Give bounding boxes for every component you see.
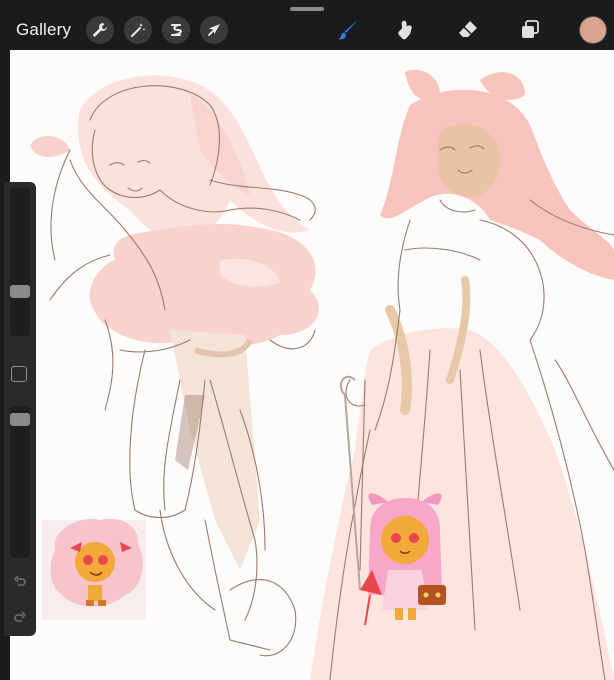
undo-button[interactable] xyxy=(12,574,28,590)
transform-button[interactable] xyxy=(200,16,228,44)
layers-button[interactable] xyxy=(514,14,546,46)
left-figure-skirt xyxy=(89,224,319,347)
adjustments-button[interactable] xyxy=(124,16,152,44)
smudge-icon xyxy=(398,20,412,40)
actions-wrench-button[interactable] xyxy=(86,16,114,44)
selection-button[interactable] xyxy=(162,16,190,44)
modifier-button[interactable] xyxy=(11,366,27,382)
artwork-sketch xyxy=(30,69,614,680)
brush-size-thumb[interactable] xyxy=(10,285,30,298)
brush-tool-button[interactable] xyxy=(332,14,364,46)
wrench-icon xyxy=(93,23,107,37)
opacity-thumb[interactable] xyxy=(10,413,30,426)
drawing-canvas[interactable] xyxy=(10,50,614,680)
magic-wand-icon xyxy=(131,23,146,37)
eraser-tool-button[interactable] xyxy=(452,14,484,46)
undo-icon xyxy=(13,575,26,586)
selection-icon xyxy=(171,24,182,36)
redo-icon xyxy=(14,611,27,622)
transform-arrow-icon xyxy=(208,24,220,36)
brush-icon xyxy=(338,20,358,40)
brush-size-slider[interactable] xyxy=(10,188,30,336)
smudge-tool-button[interactable] xyxy=(390,14,422,46)
cookie-sticker-left xyxy=(42,518,146,620)
top-toolbar: Gallery xyxy=(0,0,614,50)
layers-icon xyxy=(522,20,539,38)
left-figure-hair xyxy=(30,75,310,239)
drag-handle[interactable] xyxy=(290,7,324,11)
eraser-icon xyxy=(459,21,477,37)
color-swatch[interactable] xyxy=(580,17,606,43)
redo-button[interactable] xyxy=(12,610,28,626)
opacity-slider[interactable] xyxy=(10,406,30,558)
left-sidebar xyxy=(4,182,36,636)
gallery-button[interactable]: Gallery xyxy=(16,20,71,40)
